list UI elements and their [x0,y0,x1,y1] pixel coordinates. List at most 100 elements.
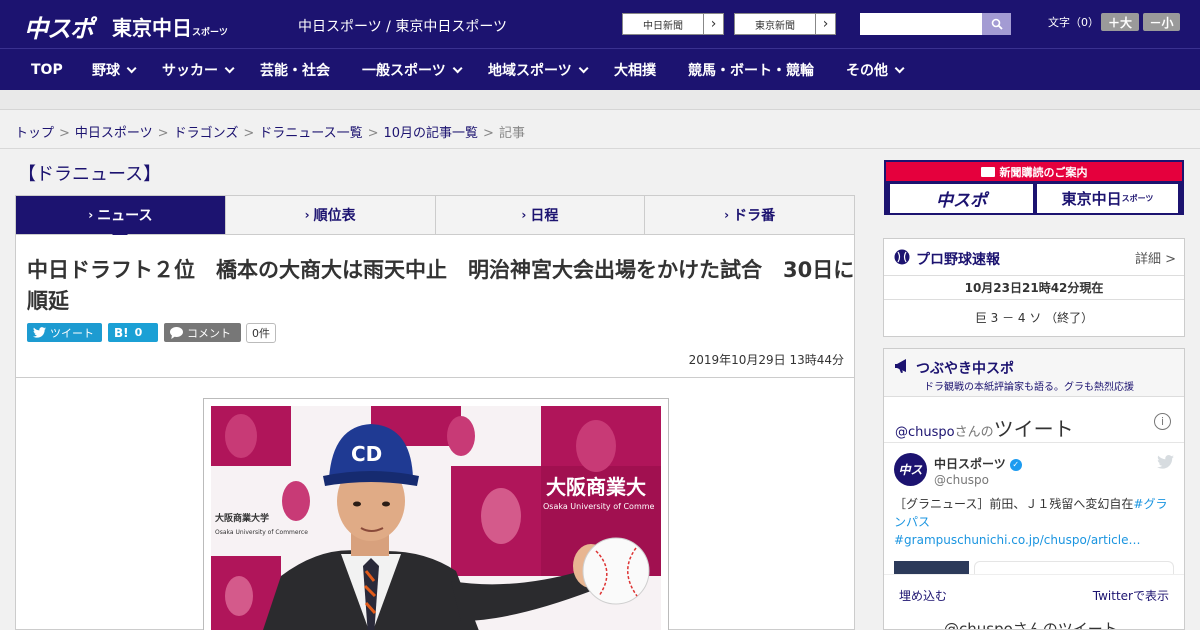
megaphone-icon [895,359,906,373]
chevron-right-icon: › [521,208,527,222]
tab-label: 日程 [530,208,559,224]
breadcrumb-separator: > [243,126,255,141]
breadcrumb-separator: > [483,126,494,141]
nav-item-label: その他 [846,63,888,79]
chevron-down-icon [452,62,463,73]
article-photo-frame: 大阪商業大 Osaka University of Comme 大阪商業大学 O… [203,398,669,630]
tokyo-chunichi-logo-small: スポーツ [192,28,228,38]
ad-logo-chuspo[interactable]: 中スポ [890,184,1033,213]
tab-label: ドラ番 [733,208,776,224]
top-header: 中スポ 東京中日スポーツ 中日スポーツ / 東京中日スポーツ 中日新聞 › 東京… [0,0,1200,48]
chuspo-logo[interactable]: 中スポ [24,9,94,44]
tab-label: 順位表 [313,208,356,224]
nav-item-label: 野球 [92,63,120,79]
breadcrumb-separator: > [157,126,169,141]
breadcrumb-link-chunichi-sports[interactable]: 中日スポーツ [75,126,153,141]
speech-bubble-icon [170,326,183,339]
search-input[interactable] [860,13,982,35]
tweet-media-thumbnail[interactable] [894,561,969,575]
breadcrumb-link-dora-news-list[interactable]: ドラニュース一覧 [259,126,362,141]
breadcrumb-link-dragons[interactable]: ドラゴンズ [174,126,239,141]
nav-item-local-sports[interactable]: 地域スポーツ [488,49,589,91]
score-line[interactable]: 巨 3 － 4 ソ （終了） [884,309,1184,326]
comment-button[interactable]: コメント [164,323,241,342]
ad-logo-tokyo-chunichi-text: 東京中日 [1061,190,1122,208]
nav-item-soccer[interactable]: サッカー [162,49,235,91]
chunichi-shimbun-button[interactable]: 中日新聞 › [622,13,724,35]
tab-news[interactable]: › ニュース [16,196,226,242]
tokyo-chunichi-logo[interactable]: 東京中日スポーツ [112,12,228,41]
chevron-down-icon [894,62,905,73]
chevron-down-icon [224,62,235,73]
tweet-button[interactable]: ツイート [27,323,102,342]
tab-dora-ban[interactable]: › ドラ番 [645,196,854,234]
twitter-bird-icon[interactable] [1157,455,1174,469]
search-icon [991,18,1003,30]
tweet-widget-header: つぶやき中スポ ドラ観戦の本紙評論家も語る。グラも熱烈応援 [884,349,1184,397]
chunichi-shimbun-label: 中日新聞 [643,20,683,32]
search-button[interactable] [982,13,1011,35]
chevron-right-icon: › [724,208,730,222]
tokyo-shimbun-button[interactable]: 東京新聞 › [734,13,836,35]
tab-standings[interactable]: › 順位表 [226,196,436,234]
breadcrumb: トップ > 中日スポーツ > ドラゴンズ > ドラニュース一覧 >10月の記事一覧 > 記事 [15,122,525,141]
player-photo-illustration: 大阪商業大 Osaka University of Comme 大阪商業大学 O… [211,406,661,630]
tab-label: ニュース [97,208,153,224]
more-tweets-heading[interactable]: @chuspoさんのツイート [944,618,1118,629]
ad-logo-tokyo-chunichi-small: スポーツ [1121,194,1154,203]
comment-button-label: コメント [187,326,231,340]
score-time: 10月23日21時42分現在 [884,276,1184,300]
tweet-url-link[interactable]: #grampuschunichi.co.jp/chuspo/article… [894,533,1140,547]
article-photo[interactable]: 大阪商業大 Osaka University of Comme 大阪商業大学 O… [211,406,661,630]
article-headline: 中日ドラフト２位 橋本の大商大は雨天中止 明治神宮大会出場をかけた試合 30日に… [27,258,855,313]
tweet-card-preview[interactable] [974,561,1174,575]
subscription-ad[interactable]: 新聞購読のご案内 中スポ 東京中日 スポーツ [884,160,1184,215]
chevron-right-icon: › [88,208,94,222]
nav-item-top[interactable]: TOP [31,49,63,91]
tweet-widget-subtitle: ドラ観戦の本紙評論家も語る。グラも熱烈応援 [924,382,1134,393]
score-detail-link[interactable]: 詳細 > [1135,248,1176,267]
banner-text: 大阪商業大 [546,475,646,499]
divider [884,442,1184,443]
article-timestamp: 2019年10月29日 13時44分 [688,353,844,367]
nav-item-baseball[interactable]: 野球 [92,49,137,91]
chevron-down-icon [126,62,137,73]
ad-logo-tokyo-chunichi[interactable]: 東京中日 スポーツ [1037,184,1178,213]
nav-item-label: サッカー [162,63,218,79]
nav-item-entertainment[interactable]: 芸能・社会 [260,49,330,91]
tab-schedule[interactable]: › 日程 [436,196,646,234]
breadcrumb-link-october-list[interactable]: 10月の記事一覧 [384,126,479,141]
font-smaller-button[interactable]: －小 [1143,13,1180,31]
breadcrumb-separator: > [367,126,379,141]
tweet-text: ［グラニュース］前田、Ｊ１残留へ変幻自在#グランパス #grampuschuni… [894,495,1176,549]
nav-item-label: 地域スポーツ [488,63,572,79]
tweets-by-handle[interactable]: @chuspoさんのツイート [895,413,1074,442]
hatena-bookmark-button[interactable]: B! 0 [108,323,158,342]
main-nav: TOP 野球 サッカー 芸能・社会 一般スポーツ 地域スポーツ 大相撲 競馬・ボ… [0,48,1200,90]
font-larger-button[interactable]: ＋大 [1101,13,1139,31]
avatar[interactable]: 中ス [894,453,927,486]
chevron-right-icon: › [815,14,835,34]
tweet-author-name[interactable]: 中日スポーツ ✓ [934,455,1022,472]
nav-item-general-sports[interactable]: 一般スポーツ [362,49,463,91]
header-strip [0,90,1200,110]
section-title: 【ドラニュース】 [18,164,162,185]
breadcrumb-link-top[interactable]: トップ [15,126,54,141]
twitter-handle: @chuspo [895,425,955,440]
subscription-ad-header: 新聞購読のご案内 [886,162,1182,181]
cap-logo: CD [351,442,382,466]
nav-item-label: 大相撲 [614,63,656,79]
view-on-twitter-link[interactable]: Twitterで表示 [1093,587,1169,604]
nav-item-racing[interactable]: 競馬・ボート・競輪 [688,49,814,91]
tweets-heading: ツイート [993,417,1074,441]
chevron-right-icon: › [703,14,723,34]
info-icon[interactable]: i [1154,413,1171,430]
nav-item-other[interactable]: その他 [846,49,905,91]
site-title: 中日スポーツ / 東京中日スポーツ [298,19,508,35]
tokyo-chunichi-logo-text: 東京中日 [112,16,192,40]
score-header: プロ野球速報 詳細 > [884,239,1184,276]
tweet-author-handle[interactable]: @chuspo [934,473,989,487]
banner-en-text: Osaka University of Comme [543,502,655,511]
embed-link[interactable]: 埋め込む [899,587,947,604]
nav-item-sumo[interactable]: 大相撲 [614,49,656,91]
